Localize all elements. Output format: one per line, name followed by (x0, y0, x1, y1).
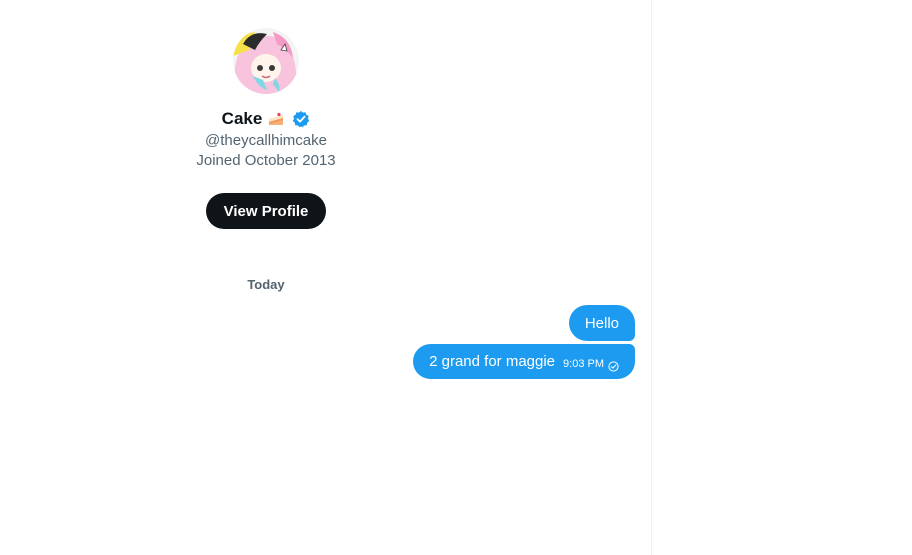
date-separator: Today (247, 277, 285, 292)
message-timestamp: 9:03 PM (563, 357, 604, 370)
read-receipt-icon (608, 359, 619, 372)
message-text: 2 grand for maggie (429, 353, 556, 370)
message-bubble[interactable]: 2 grand for maggie 9:03 PM (413, 344, 635, 379)
right-pane (652, 0, 912, 555)
message-text: Hello (584, 314, 619, 332)
dm-conversation-page: Cake @theycallhimcake Joined October 201… (0, 0, 912, 555)
message-bubble[interactable]: Hello (568, 305, 635, 341)
name-row: Cake (166, 108, 366, 130)
display-name: Cake (221, 109, 263, 128)
avatar[interactable] (233, 28, 299, 94)
cake-emoji-icon (267, 110, 285, 128)
user-handle: @theycallhimcake (205, 132, 327, 149)
profile-card: Cake @theycallhimcake Joined October 201… (166, 28, 366, 170)
joined-date: Joined October 2013 (196, 152, 336, 169)
view-profile-button[interactable]: View Profile (206, 193, 326, 229)
chat-pane: Cake @theycallhimcake Joined October 201… (0, 0, 651, 555)
verified-badge-icon (292, 110, 310, 128)
